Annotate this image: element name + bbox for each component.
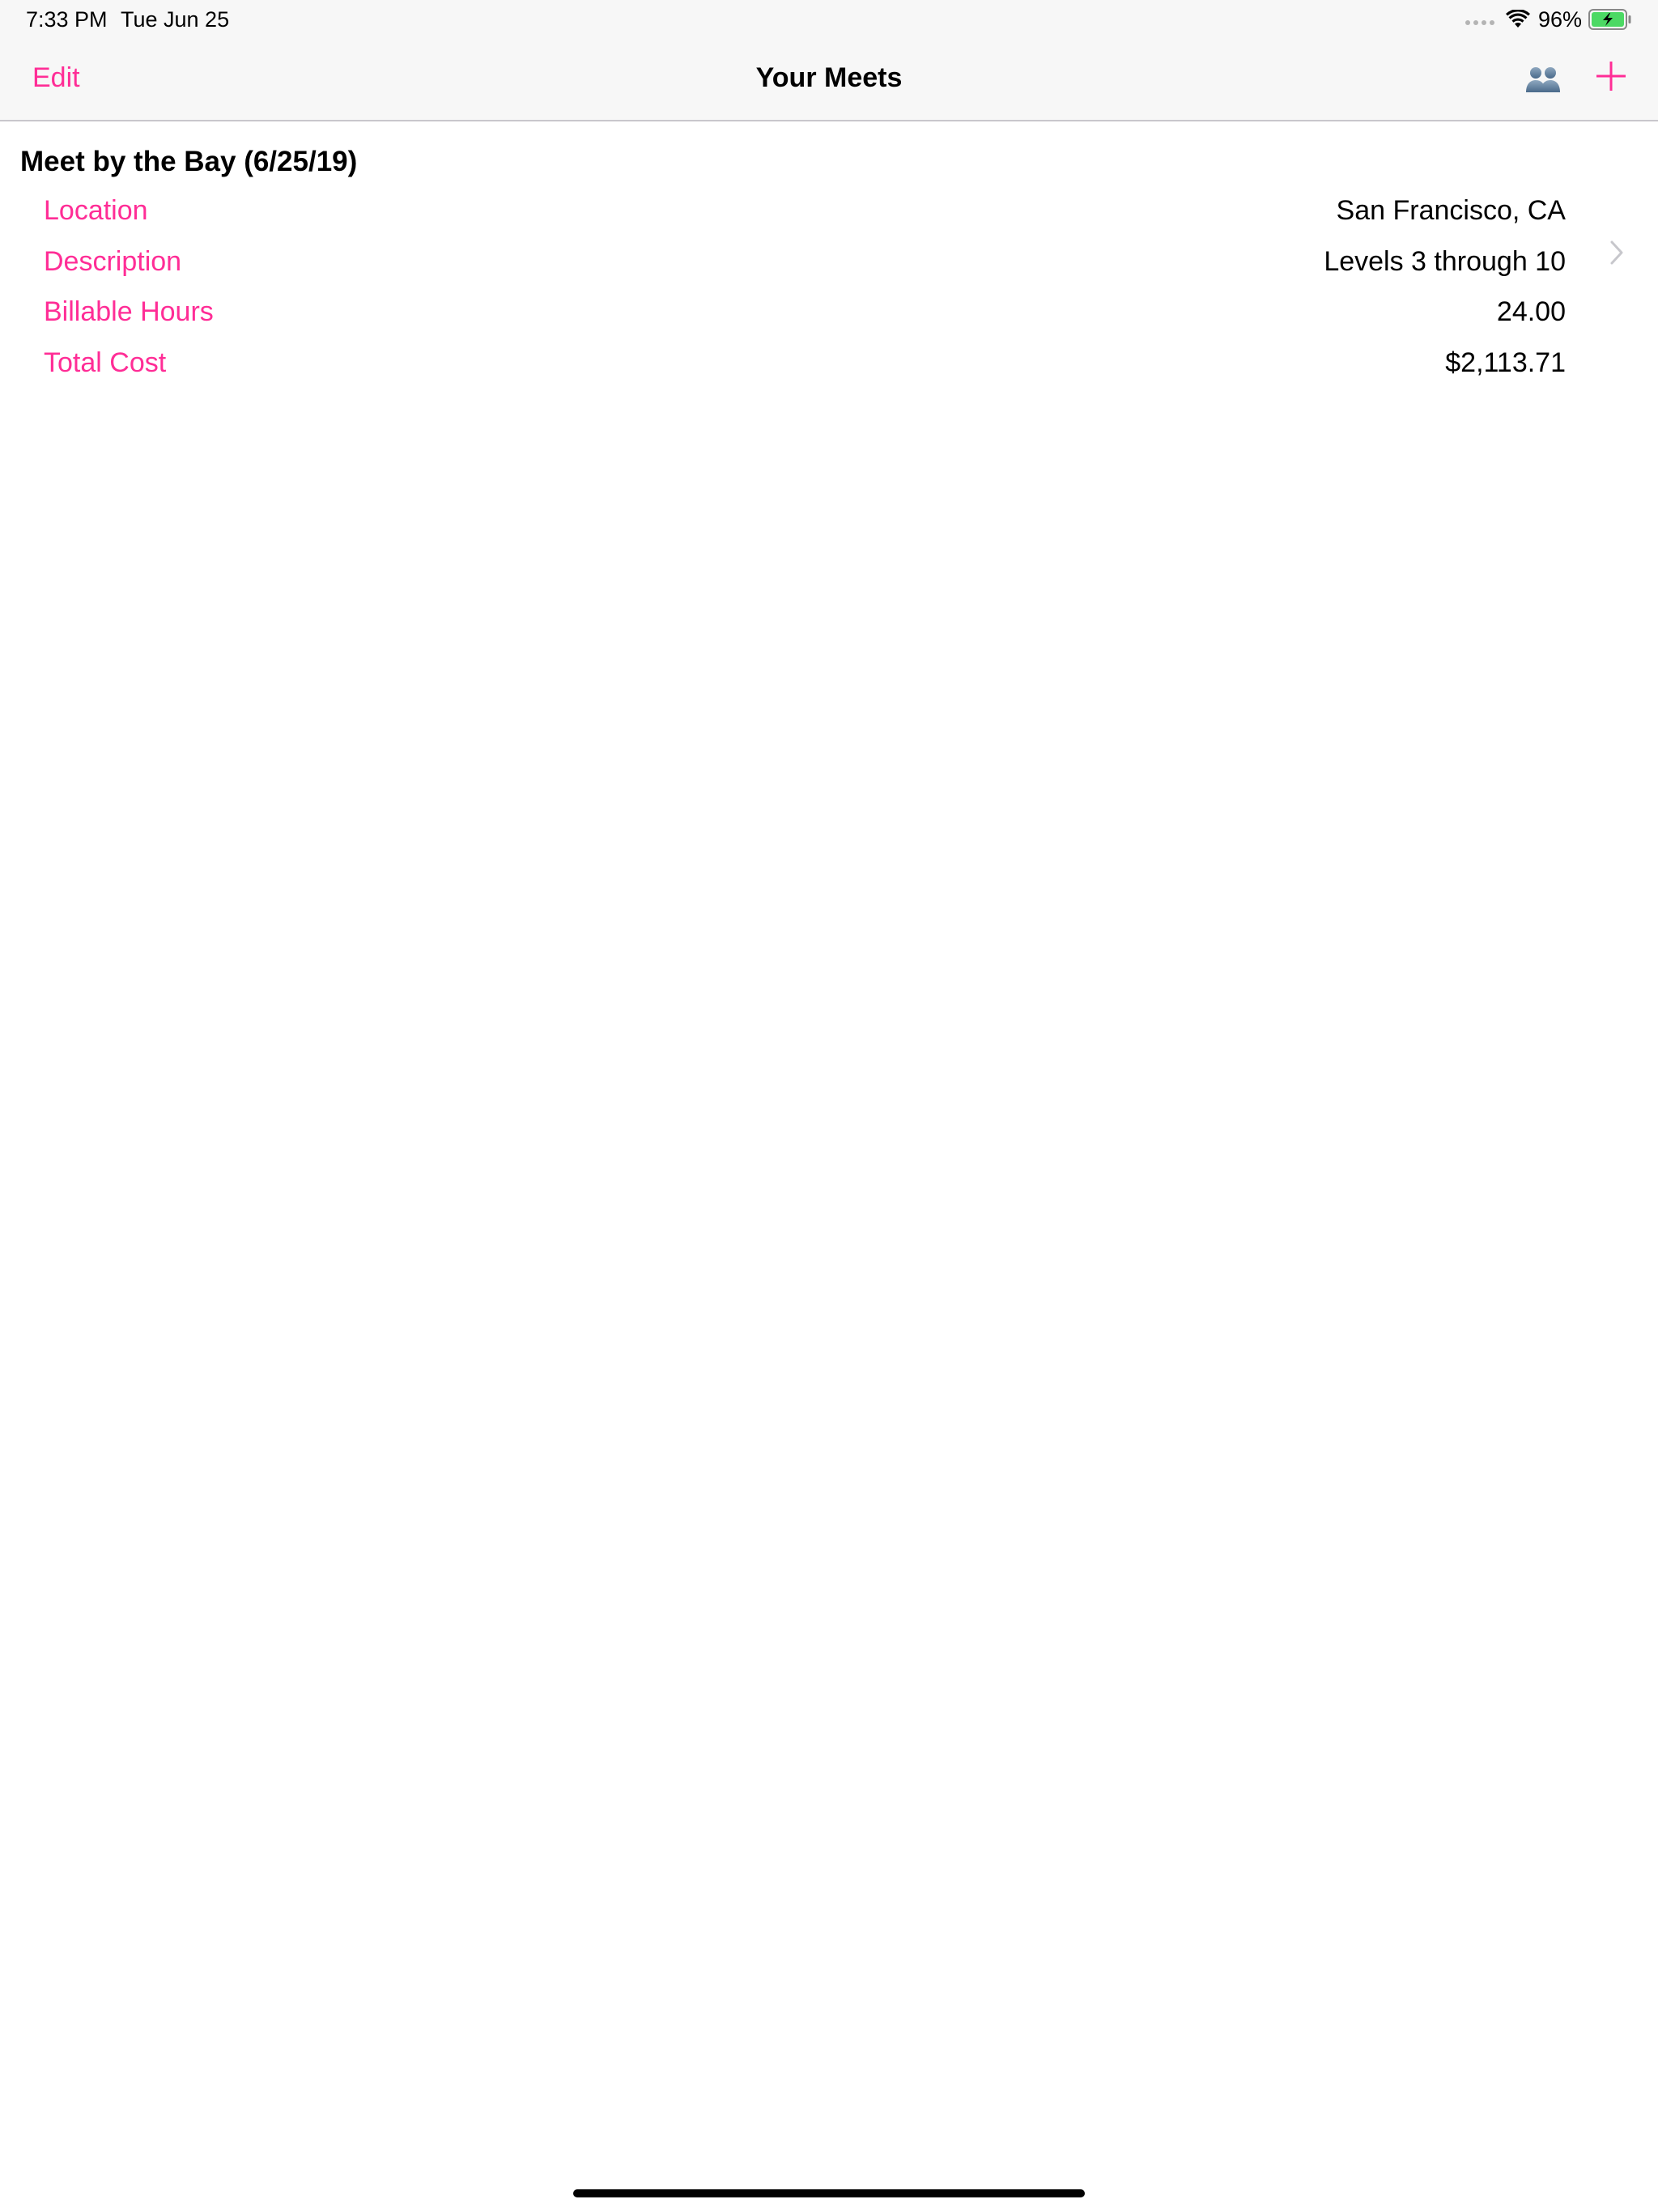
status-indicators: 96% [1465,6,1632,32]
screen: 7:33 PM Tue Jun 25 96% Edit Your Meets M… [0,0,1658,2212]
total-cost-value: $2,113.71 [1445,347,1566,378]
description-value: Levels 3 through 10 [1324,246,1566,277]
total-cost-label: Total Cost [44,347,167,378]
cellular-signal-icon [1465,20,1494,25]
detail-total-cost: Total Cost $2,113.71 [44,343,1566,382]
detail-location: Location San Francisco, CA [44,191,1566,230]
detail-billable-hours: Billable Hours 24.00 [44,292,1566,331]
status-date: Tue Jun 25 [121,7,230,32]
people-icon[interactable] [1525,63,1561,96]
wifi-icon [1505,10,1530,28]
billable-hours-label: Billable Hours [44,296,214,327]
chevron-right-icon [1610,240,1623,265]
status-time: 7:33 PM [26,7,108,32]
page-title: Your Meets [755,62,903,93]
billable-hours-value: 24.00 [1496,296,1566,327]
location-label: Location [44,195,148,226]
home-indicator[interactable] [573,2189,1085,2197]
battery-percent: 96% [1537,7,1582,32]
meet-title: Meet by the Bay (6/25/19) [20,146,358,177]
detail-description: Description Levels 3 through 10 [44,242,1566,281]
location-value: San Francisco, CA [1336,195,1566,226]
navigation-bar: Edit Your Meets [0,39,1658,121]
description-label: Description [44,246,182,277]
status-bar: 7:33 PM Tue Jun 25 96% [0,0,1658,39]
battery-charging-icon [1588,9,1631,30]
meet-row[interactable]: Location San Francisco, CA Description L… [0,191,1658,393]
add-icon[interactable] [1595,60,1627,92]
